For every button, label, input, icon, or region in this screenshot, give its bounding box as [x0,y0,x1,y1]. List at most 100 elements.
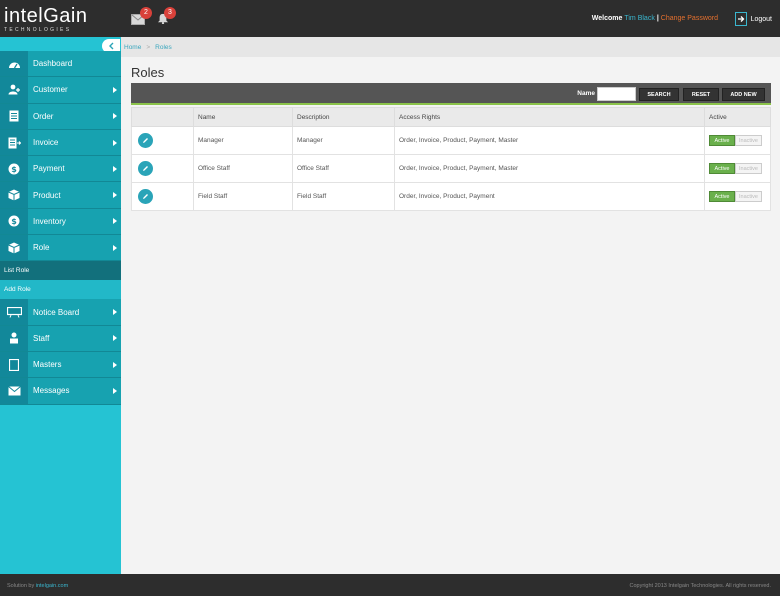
column-header-actions [131,107,194,127]
payment-icon: $ [0,156,28,182]
access-rights-cell: Order, Invoice, Product, Payment [394,182,705,211]
actions-cell [131,154,194,183]
sidebar-item-customer[interactable]: Customer [0,77,121,104]
pencil-icon [143,138,148,143]
name-filter-label: Name [577,90,595,97]
inactive-option[interactable]: Inactive [735,135,762,146]
sidebar-item-role[interactable]: Role [0,235,121,262]
notice-board-icon [0,299,28,325]
inactive-option[interactable]: Inactive [735,191,762,202]
filter-toolbar: Name SEARCH RESET ADD NEW [131,83,771,105]
sidebar-item-masters[interactable]: Masters [0,351,121,379]
logo[interactable]: intelGain TECHNOLOGIES [4,6,114,34]
customer-icon [0,77,28,103]
sidebar-item-label: Role [33,243,50,253]
logout-button[interactable]: Logout [734,11,772,27]
sidebar-item-label: Notice Board [33,307,80,317]
footer: Solution by intelgain.com Copyright 2013… [0,574,780,596]
sidebar-item-dashboard[interactable]: Dashboard [0,51,121,78]
sidebar-item-label: Invoice [33,138,59,148]
dashboard-icon [0,51,28,77]
reset-button[interactable]: RESET [683,88,719,101]
role-description-cell: Manager [292,126,395,155]
table-row: Office Staff Office Staff Order, Invoice… [131,154,771,183]
chevron-right-icon [113,244,117,251]
chevron-left-icon [109,42,114,50]
sidebar-item-label: Product [33,190,61,200]
sidebar-subitem-add-role[interactable]: Add Role [0,280,121,300]
actions-cell [131,126,194,155]
chevron-right-icon [113,335,117,342]
sidebar-item-label: Masters [33,360,62,370]
breadcrumb-current[interactable]: Roles [155,44,172,51]
breadcrumb: Home > Roles [121,37,780,57]
column-header-active[interactable]: Active [704,107,771,127]
masters-icon [0,351,28,378]
search-button[interactable]: SEARCH [639,88,679,101]
active-cell: Active Inactive [704,154,771,183]
sidebar-subitem-list-role[interactable]: List Role [0,261,121,281]
footer-solution-by: Solution by [7,583,35,589]
sidebar-item-notice-board[interactable]: Notice Board [0,299,121,326]
logo-text: intelGain [4,5,88,27]
edit-button[interactable] [138,133,153,148]
footer-copyright: Copyright 2013 Intelgain Technologies. A… [629,583,771,589]
welcome-label: Welcome [591,15,623,22]
sidebar-item-product[interactable]: Product [0,182,121,209]
order-icon [0,103,28,129]
add-new-button[interactable]: ADD NEW [722,88,765,101]
footer-credit: Solution by intelgain.com [7,583,68,589]
roles-table-wrap: Name Description Access Rights Active Ma… [131,107,771,211]
active-option[interactable]: Active [709,135,735,146]
footer-link[interactable]: intelgain.com [36,583,68,589]
inactive-option[interactable]: Inactive [735,163,762,174]
sidebar-item-label: Dashboard [33,59,73,69]
logout-icon [734,12,747,26]
active-toggle[interactable]: Active Inactive [709,135,762,146]
change-password-link[interactable]: Change Password [661,15,718,22]
invoice-icon [0,129,28,156]
sidebar: Dashboard Customer Order Invoice $ Payme… [0,37,121,574]
user-name-link[interactable]: Tim Black [624,15,654,22]
role-description-cell: Office Staff [292,154,395,183]
role-name-cell: Manager [193,126,293,155]
logo-subtext: TECHNOLOGIES [4,27,72,33]
access-rights-cell: Order, Invoice, Product, Payment, Master [394,126,705,155]
active-toggle[interactable]: Active Inactive [709,163,762,174]
sidebar-item-label: Inventory [33,216,66,226]
sidebar-item-payment[interactable]: $ Payment [0,156,121,183]
chevron-right-icon [113,387,117,394]
chevron-right-icon [113,309,117,316]
sidebar-item-label: Messages [33,386,70,396]
name-filter-input[interactable] [597,87,636,101]
page-title: Roles [131,65,165,80]
sidebar-collapse-bar [0,37,121,53]
chevron-right-icon [113,165,117,172]
column-header-description[interactable]: Description [292,107,395,127]
active-option[interactable]: Active [709,163,735,174]
sidebar-item-inventory[interactable]: $ Inventory [0,208,121,236]
column-header-name[interactable]: Name [193,107,293,127]
breadcrumb-home-link[interactable]: Home [124,44,141,51]
staff-icon [0,325,28,351]
role-icon [0,235,28,261]
svg-text:$: $ [11,217,17,226]
edit-button[interactable] [138,161,153,176]
inventory-icon: $ [0,208,28,235]
sidebar-item-label: Order [33,111,54,121]
chevron-right-icon [113,86,117,93]
active-toggle[interactable]: Active Inactive [709,191,762,202]
sidebar-item-messages[interactable]: Messages [0,378,121,405]
sidebar-item-staff[interactable]: Staff [0,325,121,352]
edit-button[interactable] [138,189,153,204]
table-row: Field Staff Field Staff Order, Invoice, … [131,182,771,211]
sidebar-item-order[interactable]: Order [0,103,121,130]
top-header: intelGain TECHNOLOGIES 2 3 Welcome Tim B… [0,0,780,37]
sidebar-item-invoice[interactable]: Invoice [0,129,121,157]
column-header-access-rights[interactable]: Access Rights [394,107,705,127]
active-cell: Active Inactive [704,182,771,211]
active-option[interactable]: Active [709,191,735,202]
table-row: Manager Manager Order, Invoice, Product,… [131,126,771,155]
role-name-cell: Office Staff [193,154,293,183]
pencil-icon [143,166,148,171]
